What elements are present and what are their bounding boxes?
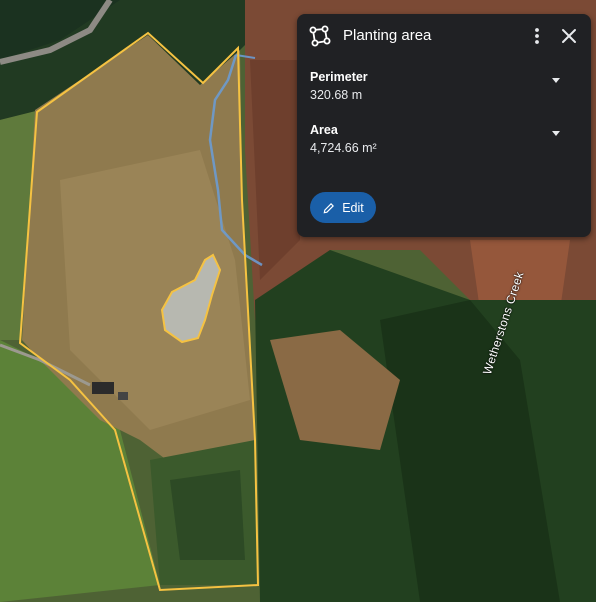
area-label: Area [310, 123, 338, 137]
area-value: 4,724.66 m² [310, 141, 377, 155]
caret-down-icon[interactable] [552, 78, 560, 83]
pencil-icon [323, 202, 335, 213]
more-vert-icon [535, 28, 539, 44]
close-icon [562, 29, 576, 43]
panel-header: Planting area [297, 14, 591, 58]
polygon-icon [308, 24, 332, 48]
panel-title: Planting area [343, 27, 432, 44]
perimeter-label: Perimeter [310, 70, 368, 84]
perimeter-row[interactable]: Perimeter 320.68 m [310, 70, 580, 104]
perimeter-value: 320.68 m [310, 88, 363, 102]
edit-button[interactable]: Edit [310, 192, 376, 223]
caret-down-icon[interactable] [552, 131, 560, 136]
area-row[interactable]: Area 4,724.66 m² [310, 123, 580, 157]
edit-label: Edit [342, 200, 364, 215]
measurement-panel: Planting area Perimeter 320.68 m Area 4,… [297, 14, 591, 237]
close-button[interactable] [557, 24, 581, 48]
more-options-button[interactable] [525, 24, 549, 48]
